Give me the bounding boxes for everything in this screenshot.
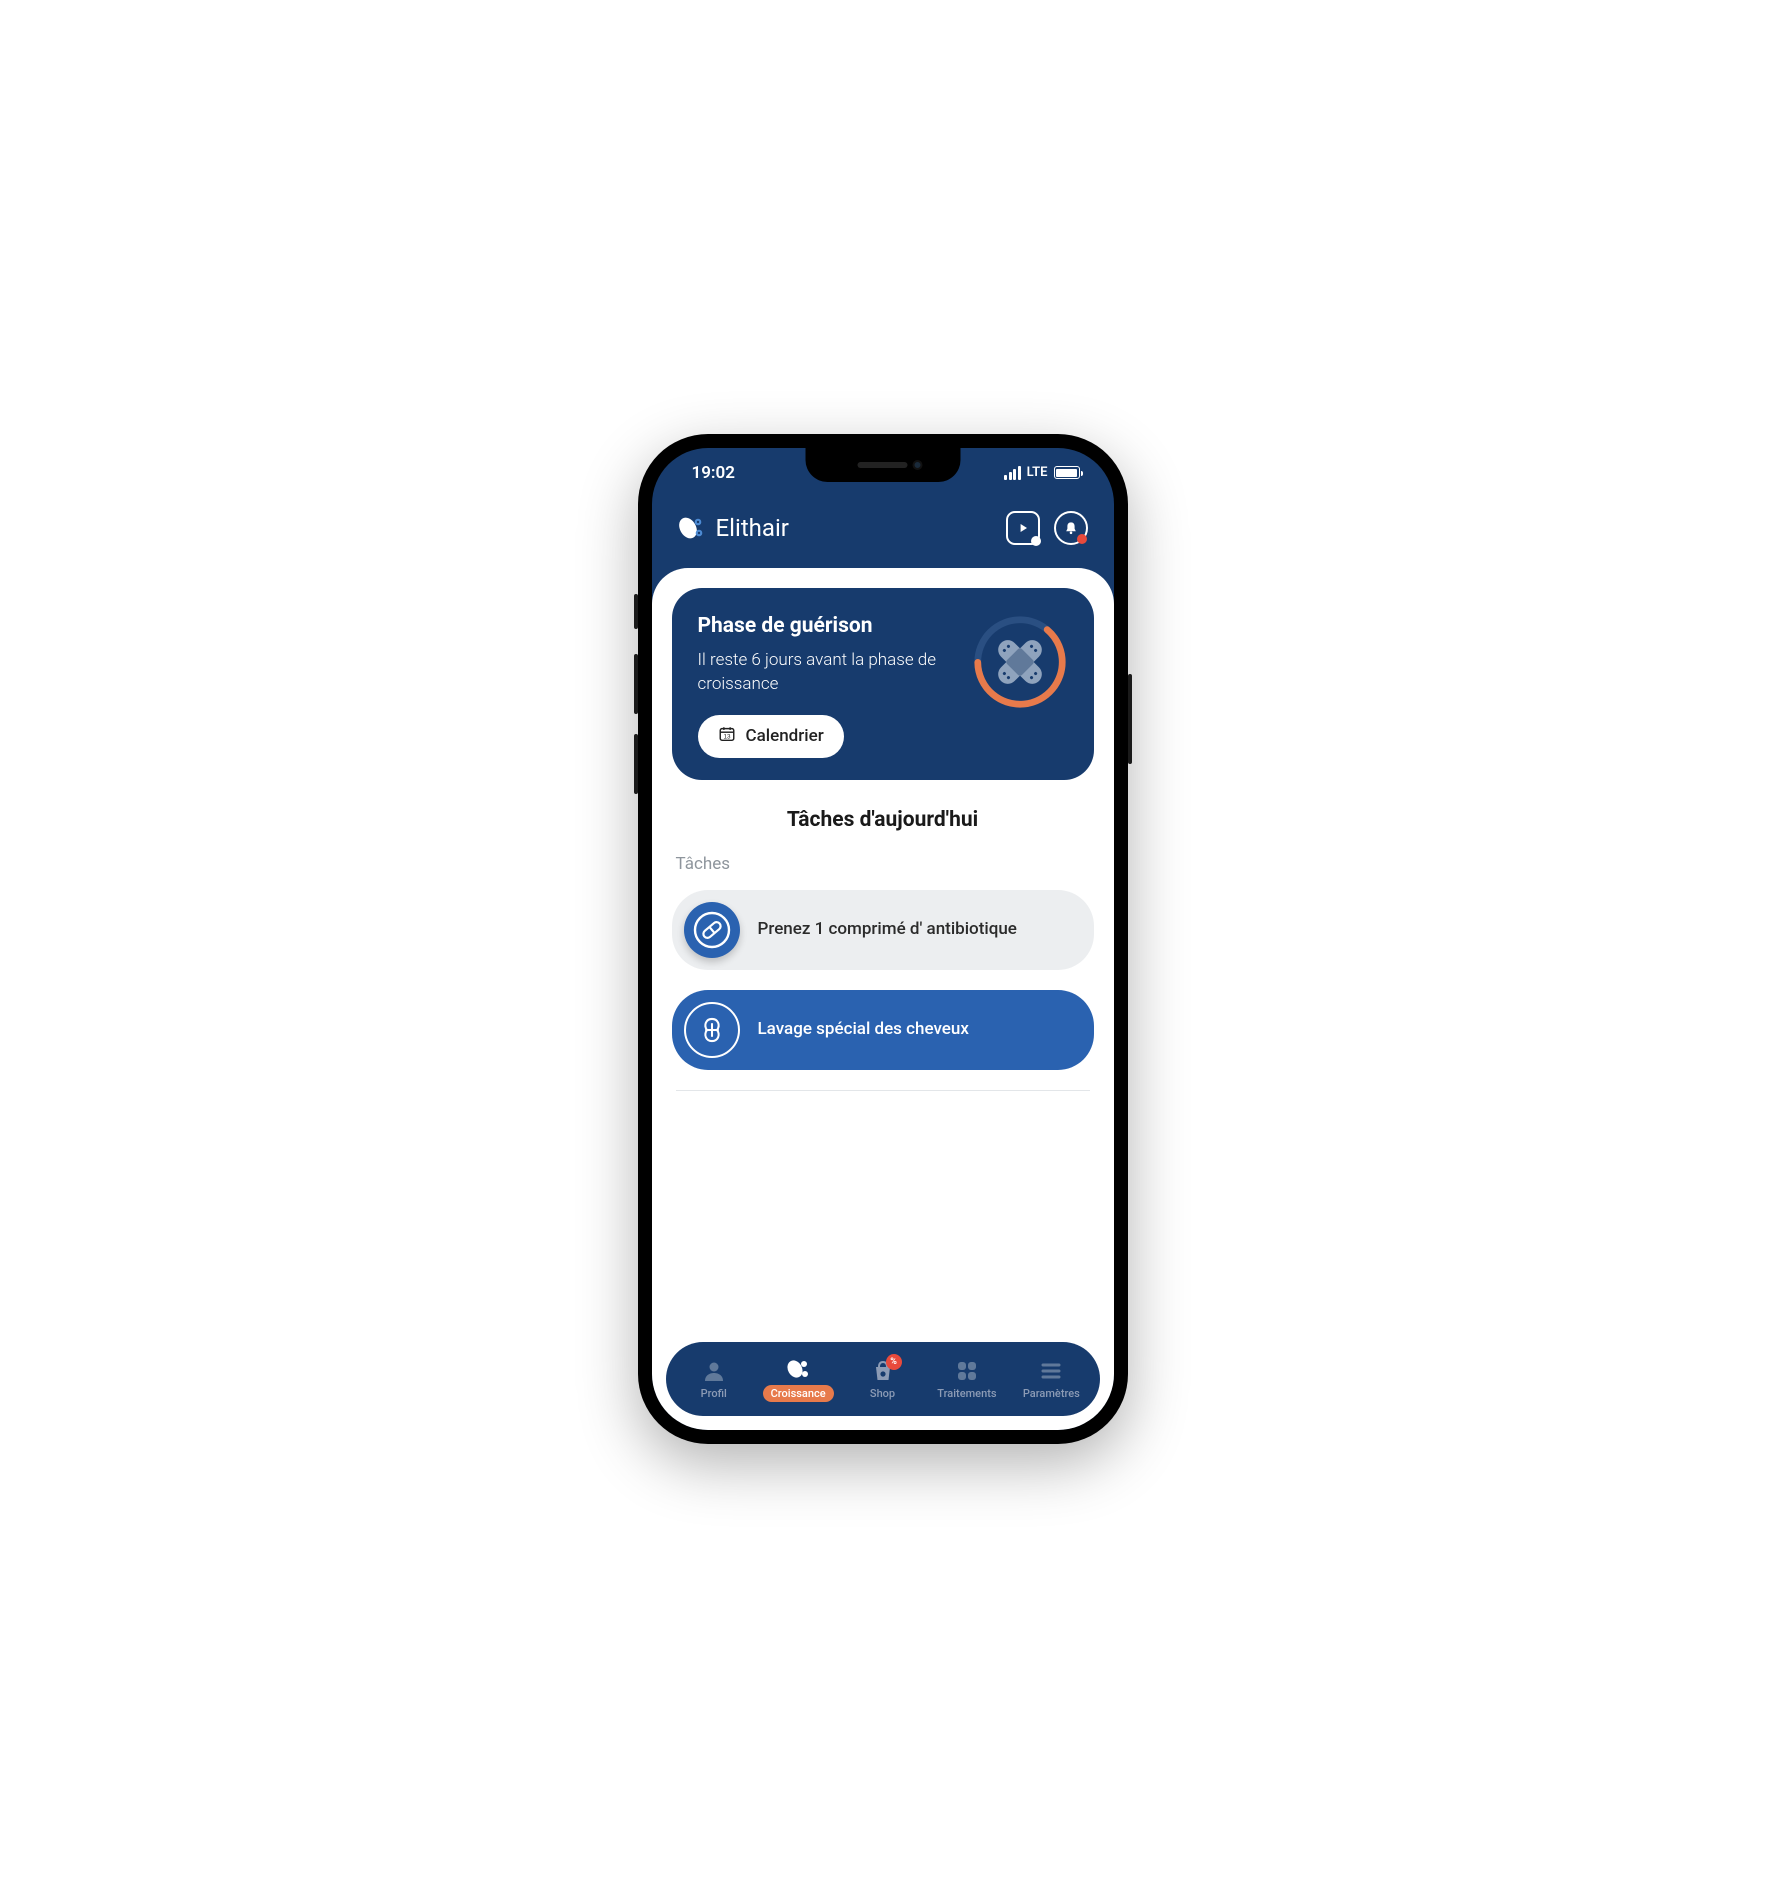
mute-switch xyxy=(634,594,638,629)
progress-ring xyxy=(972,614,1068,710)
status-time: 19:02 xyxy=(682,463,735,483)
task-text: Prenez 1 comprimé d' antibiotique xyxy=(758,918,1017,941)
nav-parametres[interactable]: Paramètres xyxy=(1009,1358,1093,1400)
screen: 19:02 LTE xyxy=(652,448,1114,1430)
brand-name: Elithair xyxy=(716,514,789,542)
signal-icon xyxy=(1004,466,1021,480)
phone-frame: 19:02 LTE xyxy=(638,434,1128,1444)
notch xyxy=(805,448,960,482)
nav-shop[interactable]: % Shop xyxy=(840,1358,924,1400)
app-header: Elithair xyxy=(652,498,1114,568)
nav-label: Traitements xyxy=(937,1387,996,1400)
tasks-heading: Tâches d'aujourd'hui xyxy=(672,808,1094,832)
growth-icon xyxy=(785,1356,811,1382)
calendar-button[interactable]: 13 Calendrier xyxy=(698,715,844,758)
hairwash-icon xyxy=(684,1002,740,1058)
nav-traitements[interactable]: Traitements xyxy=(925,1358,1009,1400)
volume-down-button xyxy=(634,734,638,794)
svg-text:13: 13 xyxy=(723,733,731,740)
tasks-label: Tâches xyxy=(672,854,1094,874)
nav-label: Croissance xyxy=(763,1385,834,1402)
video-info-dot xyxy=(1031,536,1041,546)
main-content: Phase de guérison Il reste 6 jours avant… xyxy=(652,568,1114,1430)
task-item-hairwash[interactable]: Lavage spécial des cheveux xyxy=(672,990,1094,1070)
brand: Elithair xyxy=(678,514,789,542)
nav-label: Paramètres xyxy=(1023,1387,1080,1400)
nav-label: Profil xyxy=(701,1387,727,1400)
bottom-nav: Profil Croissance xyxy=(666,1342,1100,1416)
divider xyxy=(676,1090,1090,1091)
bandage-icon xyxy=(981,623,1057,699)
calendar-label: Calendrier xyxy=(746,726,824,746)
shop-badge: % xyxy=(886,1354,902,1370)
settings-icon xyxy=(1038,1358,1064,1384)
nav-label: Shop xyxy=(870,1387,895,1400)
notifications-button[interactable] xyxy=(1054,511,1088,545)
phase-title: Phase de guérison xyxy=(698,614,956,638)
notification-badge xyxy=(1077,534,1087,544)
nav-croissance[interactable]: Croissance xyxy=(756,1356,840,1402)
shop-icon: % xyxy=(870,1358,896,1384)
profile-icon xyxy=(701,1358,727,1384)
task-item-antibiotic[interactable]: Prenez 1 comprimé d' antibiotique xyxy=(672,890,1094,970)
volume-up-button xyxy=(634,654,638,714)
phase-card: Phase de guérison Il reste 6 jours avant… xyxy=(672,588,1094,780)
video-button[interactable] xyxy=(1006,511,1040,545)
nav-profil[interactable]: Profil xyxy=(672,1358,756,1400)
battery-icon xyxy=(1054,466,1080,479)
phase-subtitle: Il reste 6 jours avant la phase de crois… xyxy=(698,648,956,697)
pill-icon xyxy=(684,902,740,958)
task-text: Lavage spécial des cheveux xyxy=(758,1018,969,1041)
network-label: LTE xyxy=(1027,465,1048,480)
calendar-icon: 13 xyxy=(718,725,736,748)
power-button xyxy=(1128,674,1132,764)
brand-logo-icon xyxy=(678,514,706,542)
treatments-icon xyxy=(954,1358,980,1384)
